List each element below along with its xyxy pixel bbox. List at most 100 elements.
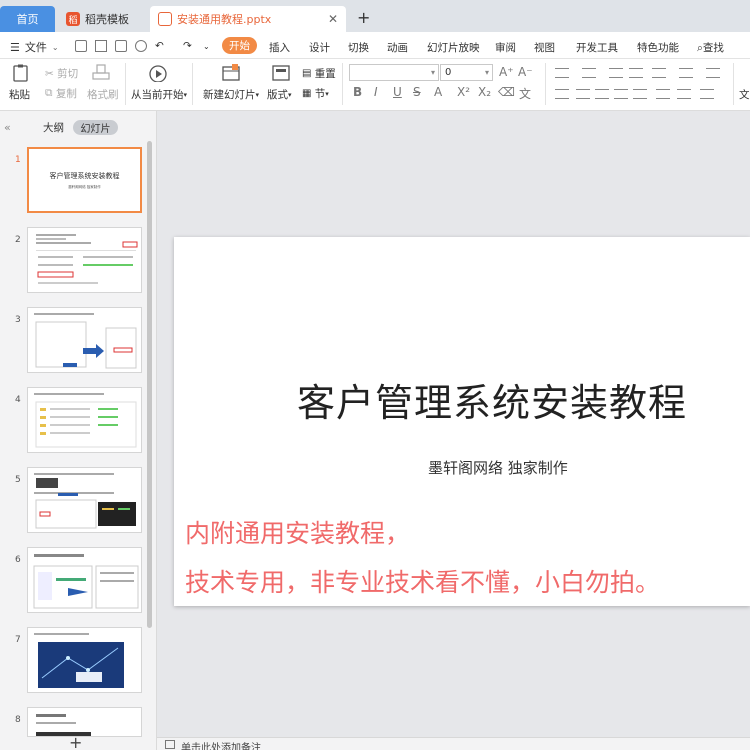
align-center-icon[interactable] bbox=[576, 89, 590, 99]
font-name-select[interactable]: ▾ bbox=[349, 64, 439, 81]
slide-thumbnail-5[interactable] bbox=[27, 467, 142, 533]
reset-button[interactable]: ▤ 重置 bbox=[302, 66, 336, 81]
ribbon-divider bbox=[342, 63, 343, 105]
slide-thumbnail-6[interactable] bbox=[27, 547, 142, 613]
format-painter-button[interactable]: 格式刷 bbox=[87, 87, 119, 102]
slide-thumbnail-panel: « 大纲 幻灯片 1 客户管理系统安装教程 墨轩阁网络 独家制作 2 3 4 5… bbox=[0, 111, 157, 750]
reset-icon: ▤ bbox=[302, 68, 312, 79]
increase-font-icon[interactable]: A⁺ bbox=[499, 65, 514, 79]
align-right-icon[interactable] bbox=[595, 89, 609, 99]
underline-icon[interactable]: U bbox=[393, 85, 402, 99]
menu-home[interactable]: 开始 bbox=[222, 37, 257, 54]
notes-bar[interactable]: 单击此处添加备注 bbox=[157, 737, 750, 750]
superscript-icon[interactable]: X² bbox=[457, 85, 470, 99]
notes-placeholder: 单击此处添加备注 bbox=[181, 743, 261, 750]
slide-thumbnail-1[interactable]: 客户管理系统安装教程 墨轩阁网络 独家制作 bbox=[27, 147, 142, 213]
search-button[interactable]: ⌕查找 bbox=[697, 40, 724, 55]
font-size-select[interactable]: 0 ▾ bbox=[440, 64, 493, 81]
new-slide-button[interactable]: 新建幻灯片 ▾ bbox=[203, 87, 259, 102]
bullet-list-icon[interactable] bbox=[555, 68, 569, 78]
decrease-indent-icon[interactable] bbox=[609, 68, 623, 78]
slide-thumbnail-preview bbox=[34, 633, 124, 688]
thumbnail-scrollbar[interactable] bbox=[147, 141, 152, 628]
menu-insert[interactable]: 插入 bbox=[269, 40, 290, 55]
phonetic-guide-icon[interactable]: 文 bbox=[519, 85, 531, 102]
play-from-current-button[interactable]: 从当前开始 ▾ bbox=[131, 87, 187, 102]
tab-document[interactable]: P 安装通用教程.pptx ✕ bbox=[150, 6, 346, 32]
print-icon[interactable] bbox=[115, 40, 127, 52]
undo-icon[interactable]: ↶ bbox=[155, 40, 164, 52]
slide-thumbnail-7[interactable] bbox=[27, 627, 142, 693]
play-from-current-label: 从当前开始 bbox=[131, 89, 184, 101]
increase-indent-icon[interactable] bbox=[629, 68, 643, 78]
menu-review[interactable]: 审阅 bbox=[495, 40, 516, 55]
export-pdf-icon[interactable] bbox=[95, 40, 107, 52]
docer-logo-icon: 稻 bbox=[66, 12, 80, 26]
paste-button[interactable]: 粘贴 bbox=[9, 87, 30, 102]
strikethrough-icon[interactable]: S bbox=[413, 85, 421, 99]
slide-title[interactable]: 客户管理系统安装教程 bbox=[297, 372, 687, 427]
tab-outline[interactable]: 大纲 bbox=[43, 120, 64, 135]
menu-view[interactable]: 视图 bbox=[534, 40, 555, 55]
clear-format-icon[interactable]: ⌫ bbox=[498, 85, 515, 99]
align-left-icon[interactable] bbox=[555, 89, 569, 99]
justify-icon[interactable] bbox=[614, 89, 628, 99]
cut-button[interactable]: ✂ 剪切 bbox=[45, 66, 78, 81]
menu-developer[interactable]: 开发工具 bbox=[576, 40, 618, 55]
slide-thumbnail-preview bbox=[34, 313, 137, 369]
tab-templates[interactable]: 稻 稻壳模板 bbox=[58, 6, 146, 32]
file-menu-button[interactable]: ☰ 文件 ⌄ bbox=[10, 39, 59, 55]
print-preview-icon[interactable] bbox=[135, 40, 147, 52]
add-tab-button[interactable]: + bbox=[357, 10, 370, 26]
thumb-number: 7 bbox=[15, 635, 21, 645]
section-button[interactable]: ▦ 节 ▾ bbox=[302, 86, 329, 101]
bold-icon[interactable]: B bbox=[353, 85, 362, 99]
slide-subtitle[interactable]: 墨轩阁网络 独家制作 bbox=[428, 457, 568, 478]
tab-slides[interactable]: 幻灯片 bbox=[73, 120, 118, 135]
add-slide-button[interactable]: + bbox=[69, 733, 82, 750]
italic-icon[interactable]: I bbox=[374, 85, 378, 99]
new-slide-icon bbox=[222, 64, 240, 81]
collapse-panel-icon[interactable]: « bbox=[4, 121, 11, 134]
slide-thumbnail-2[interactable] bbox=[27, 227, 142, 293]
distribute-icon[interactable] bbox=[633, 89, 647, 99]
tab-document-label: 安装通用教程.pptx bbox=[177, 13, 272, 26]
layout-button[interactable]: 版式 ▾ bbox=[267, 87, 292, 102]
thumb-number: 5 bbox=[15, 475, 21, 485]
layout-label: 版式 bbox=[267, 89, 288, 101]
vertical-align-icon[interactable] bbox=[656, 89, 670, 99]
slide-thumbnail-8[interactable] bbox=[27, 707, 142, 737]
text-direction-icon[interactable] bbox=[679, 68, 693, 78]
new-slide-label: 新建幻灯片 bbox=[203, 89, 256, 101]
slide-thumbnail-4[interactable] bbox=[27, 387, 142, 453]
search-label: 查找 bbox=[702, 42, 724, 54]
subscript-icon[interactable]: X₂ bbox=[478, 85, 491, 99]
tab-templates-label: 稻壳模板 bbox=[85, 13, 129, 26]
copy-button[interactable]: ⧉ 复制 bbox=[45, 86, 77, 101]
menu-slideshow[interactable]: 幻灯片放映 bbox=[427, 40, 480, 55]
menu-features[interactable]: 特色功能 bbox=[637, 40, 679, 55]
columns-icon[interactable] bbox=[652, 68, 666, 78]
save-icon[interactable] bbox=[75, 40, 87, 52]
copy-icon: ⧉ bbox=[45, 87, 53, 99]
slide-thumbnail-3[interactable] bbox=[27, 307, 142, 373]
scissors-icon: ✂ bbox=[45, 67, 54, 80]
slide-thumbnail-preview bbox=[34, 473, 136, 529]
text-tool-button[interactable]: 文 bbox=[739, 87, 750, 102]
align-text-icon[interactable] bbox=[677, 89, 691, 99]
numbered-list-icon[interactable] bbox=[582, 68, 596, 78]
line-spacing-icon[interactable] bbox=[706, 68, 720, 78]
menu-design[interactable]: 设计 bbox=[309, 40, 330, 55]
ribbon-toolbar: 粘贴 ✂ 剪切 ⧉ 复制 格式刷 从当前开始 ▾ 新建幻灯片 ▾ 版式 ▾ ▤ 重置 … bbox=[0, 59, 750, 111]
decrease-font-icon[interactable]: A⁻ bbox=[518, 65, 533, 79]
menu-animations[interactable]: 动画 bbox=[387, 40, 408, 55]
thumb-subtitle: 墨轩阁网络 独家制作 bbox=[68, 185, 101, 189]
close-tab-icon[interactable]: ✕ bbox=[328, 12, 338, 26]
menu-transitions[interactable]: 切换 bbox=[348, 40, 369, 55]
quick-access-dropdown-icon[interactable]: ⌄ bbox=[203, 42, 210, 51]
tab-home[interactable]: 首页 bbox=[0, 6, 55, 32]
layout-icon bbox=[272, 65, 290, 81]
redo-icon[interactable]: ↷ bbox=[183, 40, 192, 52]
font-color-icon[interactable]: A bbox=[434, 85, 442, 99]
paragraph-settings-icon[interactable] bbox=[700, 89, 714, 99]
